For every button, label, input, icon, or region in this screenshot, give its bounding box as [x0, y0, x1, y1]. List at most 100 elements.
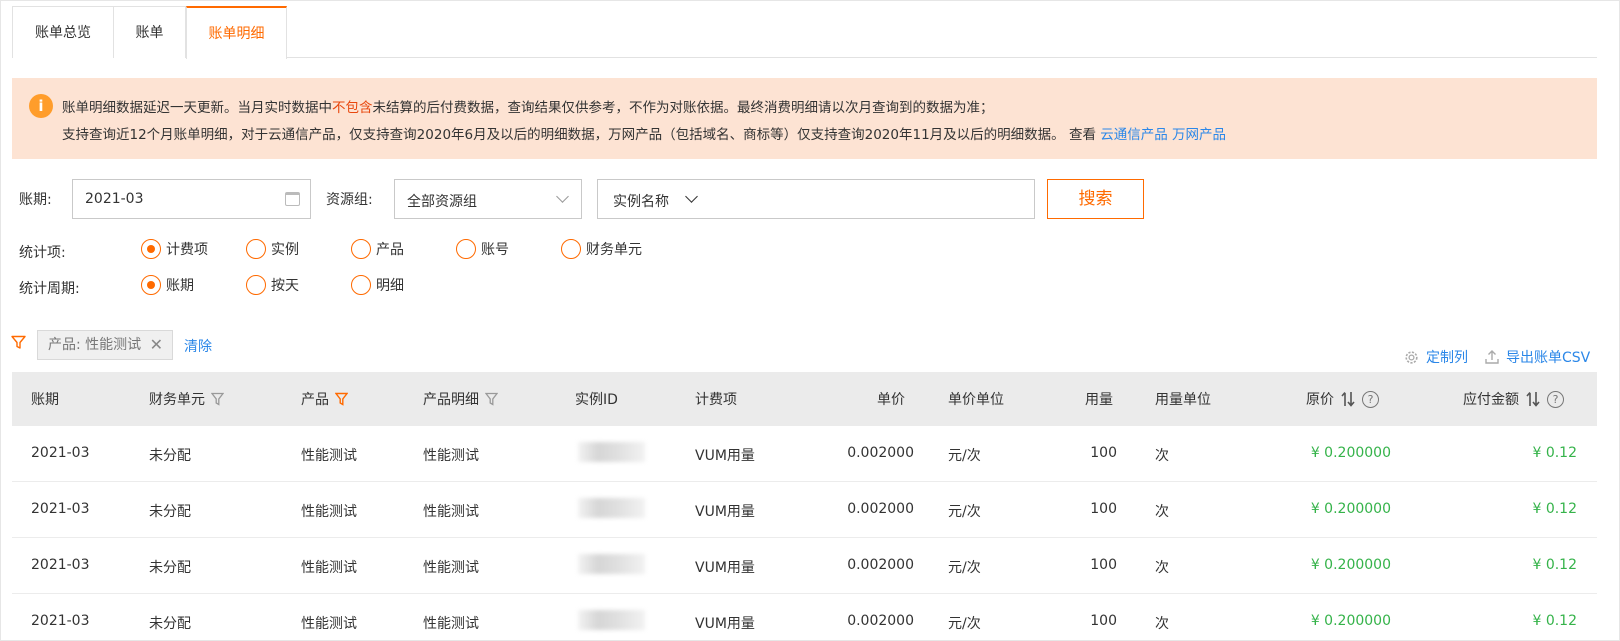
clear-filters-link[interactable]: 清除	[184, 336, 212, 356]
cell-instance-id-redacted	[578, 610, 645, 630]
cell-original-price: ¥ 0.200000	[1310, 501, 1391, 517]
cell-payable-amount: ¥ 0.12	[1532, 557, 1577, 573]
cell-product-detail: 性能测试	[423, 616, 479, 632]
radio-dot	[246, 239, 266, 259]
radio-dot	[561, 239, 581, 259]
col-instance-id: 实例ID	[575, 392, 618, 408]
cell-price-unit: 元/次	[948, 616, 981, 632]
cell-period: 2021-03	[31, 445, 90, 461]
customize-columns-button[interactable]: 定制列	[1403, 347, 1468, 367]
period-value: 2021-03	[85, 191, 144, 207]
cell-product: 性能测试	[301, 616, 357, 632]
tab-bill[interactable]: 账单	[113, 6, 186, 58]
cell-usage: 100	[1090, 613, 1117, 629]
radio-dot	[141, 239, 161, 259]
cell-usage: 100	[1090, 557, 1117, 573]
search-button[interactable]: 搜索	[1047, 179, 1144, 219]
cell-payable-amount: ¥ 0.12	[1532, 445, 1577, 461]
cell-product: 性能测试	[301, 448, 357, 464]
sort-icon[interactable]	[1340, 390, 1356, 408]
col-usage: 用量	[1085, 392, 1113, 408]
col-finance-unit: 财务单元	[149, 389, 224, 409]
cell-product: 性能测试	[301, 504, 357, 520]
radio-dot	[456, 239, 476, 259]
link-wanwang[interactable]: 万网产品	[1172, 127, 1226, 143]
filter-icon[interactable]	[211, 392, 224, 406]
radio-product[interactable]: 产品	[351, 239, 404, 259]
info-icon: i	[29, 94, 53, 118]
filter-chip-product: 产品: 性能测试 ✕	[37, 330, 173, 360]
col-product: 产品	[301, 389, 348, 409]
cell-instance-id-redacted	[578, 554, 645, 574]
instance-name-select[interactable]: 实例名称	[613, 191, 669, 211]
sort-icon[interactable]	[1525, 390, 1541, 408]
cell-billing-item: VUM用量	[695, 504, 755, 520]
export-csv-button[interactable]: 导出账单CSV	[1484, 347, 1590, 367]
close-icon[interactable]: ✕	[150, 331, 163, 359]
cell-instance-id-redacted	[578, 442, 645, 462]
instance-search-field[interactable]: 实例名称	[597, 179, 1035, 219]
cell-original-price: ¥ 0.200000	[1310, 613, 1391, 629]
col-price-unit: 单价单位	[948, 392, 1004, 408]
radio-finance-unit[interactable]: 财务单元	[561, 239, 642, 259]
cell-original-price: ¥ 0.200000	[1310, 445, 1391, 461]
radio-detail[interactable]: 明细	[351, 275, 404, 295]
cell-price-unit: 元/次	[948, 504, 981, 520]
radio-daily[interactable]: 按天	[246, 275, 299, 295]
radio-account[interactable]: 账号	[456, 239, 509, 259]
cell-usage-unit: 次	[1155, 448, 1169, 464]
tab-bill-detail[interactable]: 账单明细	[186, 6, 287, 59]
cell-finance-unit: 未分配	[149, 504, 191, 520]
cell-unit-price: 0.002000	[847, 501, 914, 517]
cell-usage: 100	[1090, 501, 1117, 517]
resource-group-value: 全部资源组	[407, 194, 477, 210]
radio-dot	[351, 275, 371, 295]
cell-usage-unit: 次	[1155, 616, 1169, 632]
cell-product-detail: 性能测试	[423, 560, 479, 576]
radio-instance[interactable]: 实例	[246, 239, 299, 259]
cell-unit-price: 0.002000	[847, 445, 914, 461]
table-row: 2021-03 未分配 性能测试 性能测试 VUM用量 0.002000 元/次…	[12, 538, 1597, 594]
radio-billing-item[interactable]: 计费项	[141, 239, 208, 259]
filter-icon[interactable]	[485, 392, 498, 406]
gear-icon	[1405, 350, 1418, 364]
radio-dot	[141, 275, 161, 295]
radio-dot	[246, 275, 266, 295]
notice-banner: i 账单明细数据延迟一天更新。当月实时数据中不包含未结算的后付费数据，查询结果仅…	[12, 78, 1597, 159]
table-row: 2021-03 未分配 性能测试 性能测试 VUM用量 0.002000 元/次…	[12, 426, 1597, 482]
cell-payable-amount: ¥ 0.12	[1532, 613, 1577, 629]
col-unit-price: 单价	[877, 392, 905, 408]
cell-usage-unit: 次	[1155, 504, 1169, 520]
notice-highlight: 不包含	[332, 100, 373, 116]
notice-line-2: 支持查询近12个月账单明细，对于云通信产品，仅支持查询2020年6月及以后的明细…	[62, 127, 1227, 143]
tab-bar: 账单总览 账单 账单明细	[12, 6, 1597, 59]
radio-period[interactable]: 账期	[141, 275, 194, 295]
upload-icon	[1485, 350, 1499, 364]
table-row: 2021-03 未分配 性能测试 性能测试 VUM用量 0.002000 元/次…	[12, 594, 1597, 641]
link-cloud-communication[interactable]: 云通信产品	[1100, 127, 1168, 143]
cell-period: 2021-03	[31, 557, 90, 573]
cell-unit-price: 0.002000	[847, 613, 914, 629]
tab-bill-overview[interactable]: 账单总览	[12, 6, 114, 58]
cell-period: 2021-03	[31, 613, 90, 629]
cell-price-unit: 元/次	[948, 448, 981, 464]
cell-finance-unit: 未分配	[149, 616, 191, 632]
filter-icon[interactable]	[11, 335, 26, 350]
chevron-down-icon	[556, 190, 569, 203]
filter-active-icon[interactable]	[335, 392, 348, 406]
calendar-icon	[285, 192, 300, 206]
cell-payable-amount: ¥ 0.12	[1532, 501, 1577, 517]
col-product-detail: 产品明细	[423, 389, 498, 409]
notice-line-1: 账单明细数据延迟一天更新。当月实时数据中不包含未结算的后付费数据，查询结果仅供参…	[62, 100, 994, 116]
help-icon[interactable]: ?	[1547, 390, 1564, 408]
resource-group-select[interactable]: 全部资源组	[394, 179, 582, 219]
help-icon[interactable]: ?	[1362, 390, 1379, 408]
cell-billing-item: VUM用量	[695, 560, 755, 576]
col-period: 账期	[31, 392, 59, 408]
stat-items-label: 统计项:	[19, 245, 66, 261]
col-usage-unit: 用量单位	[1155, 392, 1211, 408]
cell-instance-id-redacted	[578, 498, 645, 518]
cell-billing-item: VUM用量	[695, 448, 755, 464]
cell-product-detail: 性能测试	[423, 504, 479, 520]
period-date-picker[interactable]: 2021-03	[72, 179, 311, 219]
